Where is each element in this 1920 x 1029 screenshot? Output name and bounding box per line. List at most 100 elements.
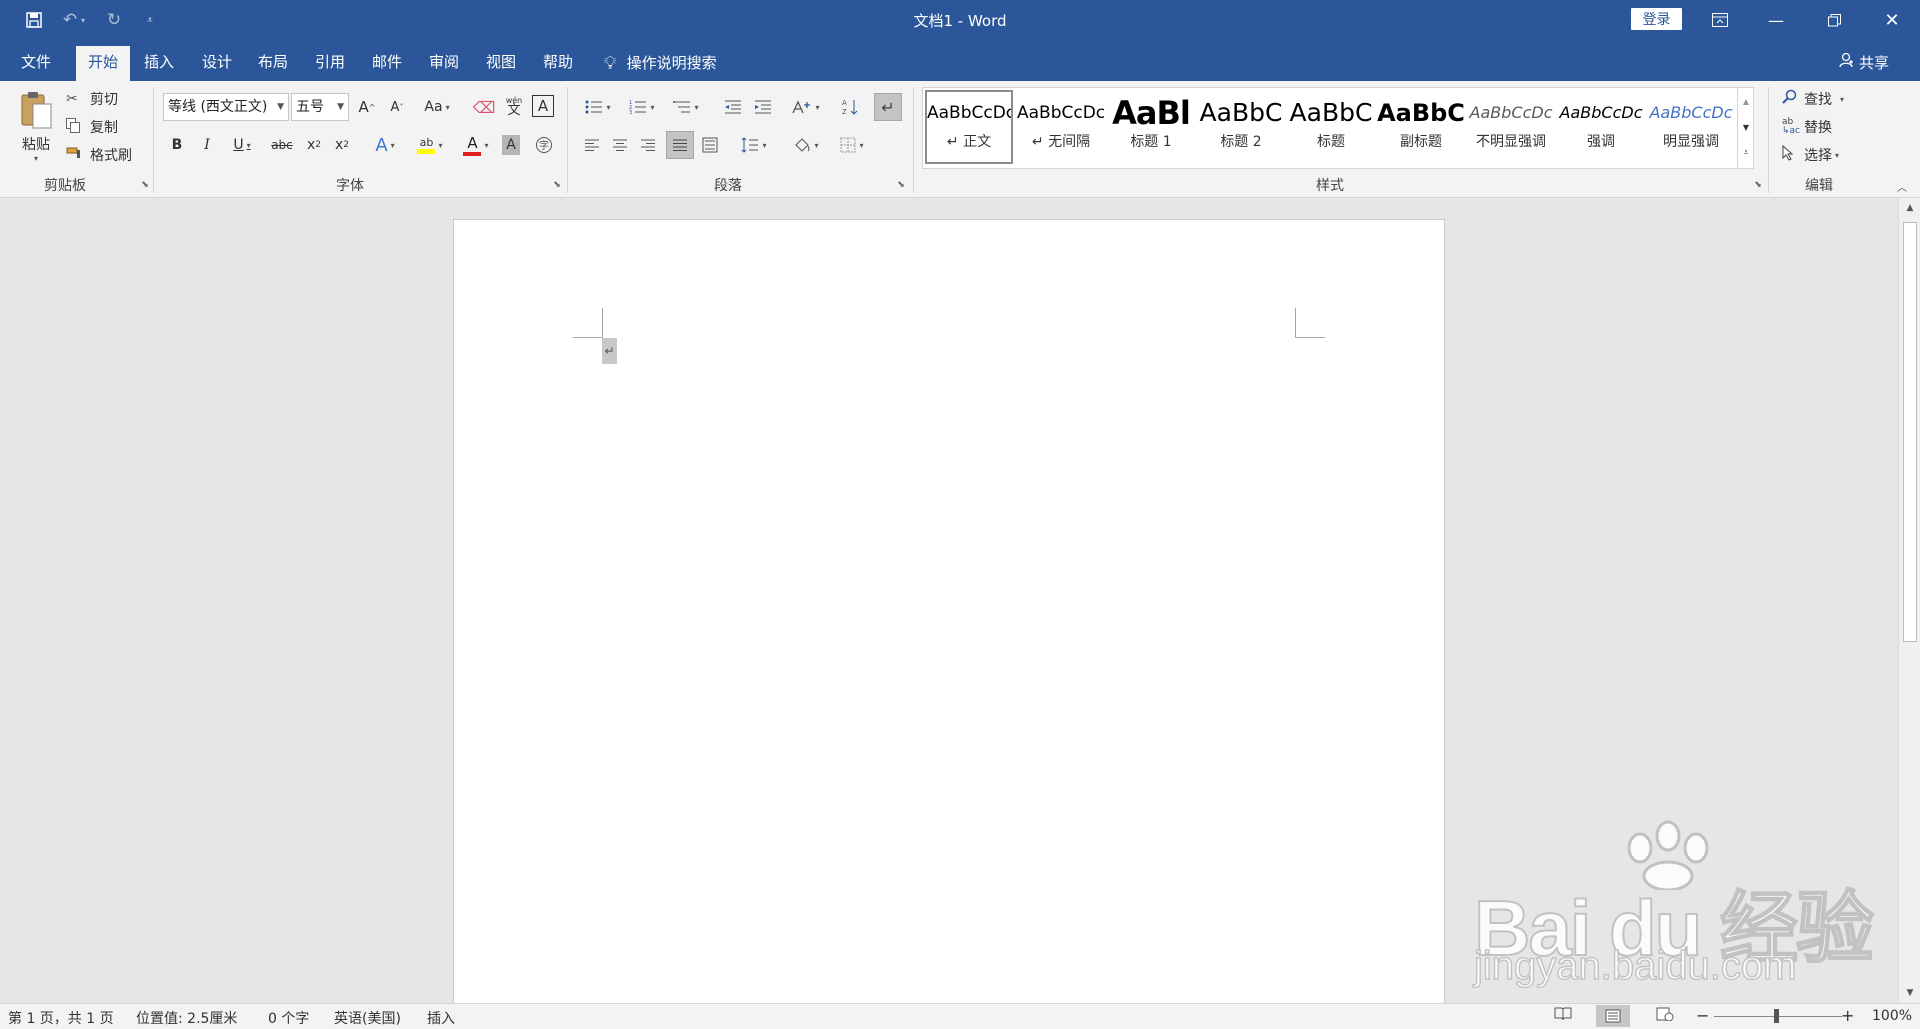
styles-scrollbar: ▲ ▼ ⩡ — [1737, 88, 1754, 168]
highlight-color-button[interactable]: ab ▾ — [410, 131, 450, 159]
insert-mode-status[interactable]: 插入 — [427, 1008, 455, 1028]
scroll-thumb[interactable] — [1903, 222, 1917, 642]
numbering-button[interactable]: 1 2 3 ▾ — [624, 95, 660, 119]
position-status[interactable]: 位置值: 2.5厘米 — [136, 1008, 237, 1028]
collapse-ribbon-icon[interactable]: ︿ — [1894, 179, 1910, 194]
chinese-layout-button[interactable]: ▾ — [788, 95, 824, 119]
character-border-button[interactable]: A — [532, 95, 554, 117]
phonetic-guide-icon[interactable]: wén 文 — [502, 93, 526, 119]
replace-button[interactable]: ab ↳ac 替换 — [1782, 115, 1832, 139]
multilevel-list-button[interactable]: ▾ — [668, 95, 704, 119]
styles-scroll-down-icon[interactable]: ▼ — [1738, 114, 1754, 140]
paste-button[interactable]: 粘贴 ▾ — [14, 87, 58, 165]
text-effects-button[interactable]: A ▾ — [368, 133, 402, 157]
align-right-icon[interactable] — [636, 133, 660, 157]
enclose-characters-icon[interactable]: 字 — [532, 133, 556, 157]
share-button[interactable]: 共享 — [1839, 46, 1889, 81]
print-layout-icon[interactable] — [1596, 1005, 1630, 1027]
find-button[interactable]: 查找 ▾ — [1782, 87, 1844, 111]
style-heading-1[interactable]: AaBl 标题 1 — [1107, 92, 1195, 160]
style-title[interactable]: AaBbC 标题 — [1287, 92, 1375, 160]
shrink-font-button[interactable]: A ˅ — [386, 95, 408, 119]
styles-scroll-up-icon[interactable]: ▲ — [1738, 88, 1754, 114]
decrease-indent-icon[interactable] — [720, 95, 746, 119]
watermark-url: jingyan.baidu.com — [1473, 943, 1797, 988]
word-count-status[interactable]: 0 个字 — [268, 1008, 309, 1028]
scroll-down-icon[interactable]: ▼ — [1899, 983, 1920, 1003]
clear-formatting-icon[interactable]: ⌫ — [472, 95, 496, 119]
tab-layout[interactable]: 布局 — [248, 46, 298, 81]
font-name-combobox[interactable]: 等线 (西文正文) ▼ — [163, 93, 289, 121]
zoom-slider-thumb[interactable] — [1774, 1009, 1779, 1023]
crop-mark — [573, 337, 603, 338]
style-normal[interactable]: AaBbCcDc ↵ 正文 — [925, 90, 1013, 164]
style-heading-2[interactable]: AaBbC 标题 2 — [1197, 92, 1285, 160]
tab-review[interactable]: 审阅 — [419, 46, 469, 81]
superscript-button[interactable]: x2 — [330, 133, 354, 157]
tab-view[interactable]: 视图 — [476, 46, 526, 81]
vertical-scrollbar[interactable]: ▲ ▼ — [1898, 198, 1920, 1003]
styles-more-icon[interactable]: ⩡ — [1738, 140, 1754, 166]
align-left-icon[interactable] — [580, 133, 604, 157]
scroll-up-icon[interactable]: ▲ — [1899, 198, 1920, 218]
grow-font-button[interactable]: A ^ — [356, 95, 378, 119]
distributed-align-icon[interactable] — [698, 133, 722, 157]
zoom-out-icon[interactable]: − — [1696, 1006, 1709, 1025]
language-status[interactable]: 英语(美国) — [334, 1008, 401, 1028]
tab-help[interactable]: 帮助 — [533, 46, 583, 81]
tab-insert[interactable]: 插入 — [134, 46, 184, 81]
zoom-slider[interactable] — [1714, 1009, 1842, 1023]
show-formatting-marks-button[interactable]: ↵ — [874, 93, 902, 121]
lightbulb-icon: 💡︎ — [604, 53, 617, 74]
line-spacing-button[interactable]: ▾ — [736, 133, 772, 157]
select-button[interactable]: 选择 ▾ — [1782, 143, 1839, 167]
tell-me-search[interactable]: 💡︎ 操作说明搜索 — [604, 46, 717, 81]
minimize-icon[interactable]: — — [1748, 0, 1804, 40]
ribbon-display-options-icon[interactable] — [1692, 0, 1748, 40]
restore-icon[interactable] — [1806, 0, 1862, 40]
copy-button[interactable]: 复制 — [66, 115, 118, 139]
style-name: 标题 — [1317, 134, 1345, 150]
format-painter-button[interactable]: 格式刷 — [66, 143, 132, 167]
increase-indent-icon[interactable] — [750, 95, 776, 119]
justify-button[interactable] — [666, 131, 694, 159]
tab-home[interactable]: 开始 — [76, 46, 130, 81]
subscript-button[interactable]: x2 — [302, 133, 326, 157]
tab-design[interactable]: 设计 — [192, 46, 242, 81]
cut-button[interactable]: ✂ 剪切 — [66, 87, 118, 111]
font-color-button[interactable]: A ▾ — [456, 131, 496, 159]
character-shading-button[interactable]: A — [502, 135, 520, 155]
clipboard-dialog-launcher-icon[interactable]: ⬊ — [139, 179, 151, 191]
align-center-icon[interactable] — [608, 133, 632, 157]
italic-button[interactable]: I — [196, 133, 218, 157]
tab-references[interactable]: 引用 — [305, 46, 355, 81]
web-layout-icon[interactable] — [1656, 1007, 1674, 1025]
tab-file[interactable]: 文件 — [6, 46, 66, 81]
font-size-combobox[interactable]: 五号 ▼ — [291, 93, 349, 121]
style-emphasis[interactable]: AaBbCcDc 强调 — [1557, 92, 1645, 160]
bullets-button[interactable]: ▾ — [580, 95, 616, 119]
zoom-level[interactable]: 100% — [1872, 1008, 1912, 1024]
style-subtitle[interactable]: AaBbC 副标题 — [1377, 92, 1465, 160]
borders-button[interactable]: ▾ — [832, 133, 872, 157]
paragraph-dialog-launcher-icon[interactable]: ⬊ — [895, 179, 907, 191]
styles-dialog-launcher-icon[interactable]: ⬊ — [1752, 179, 1764, 191]
style-subtle-emphasis[interactable]: AaBbCcDc 不明显强调 — [1467, 92, 1555, 160]
shading-button[interactable]: ▾ — [788, 133, 824, 157]
change-case-button[interactable]: Aa ▾ — [420, 95, 454, 119]
strikethrough-button[interactable]: abc — [268, 133, 296, 157]
read-mode-icon[interactable] — [1554, 1007, 1572, 1025]
paste-dropdown-icon[interactable]: ▾ — [34, 154, 38, 163]
page-count-status[interactable]: 第 1 页，共 1 页 — [8, 1008, 114, 1028]
bold-button[interactable]: B — [166, 133, 188, 157]
sign-in-button[interactable]: 登录 — [1631, 8, 1682, 30]
style-intense-emphasis[interactable]: AaBbCcDc 明显强调 — [1647, 92, 1735, 160]
sort-icon[interactable]: AZ — [838, 95, 864, 119]
style-no-spacing[interactable]: AaBbCcDc ↵ 无间隔 — [1017, 92, 1105, 160]
font-dialog-launcher-icon[interactable]: ⬊ — [551, 179, 563, 191]
tab-mailings[interactable]: 邮件 — [362, 46, 412, 81]
close-icon[interactable]: ✕ — [1864, 0, 1920, 40]
underline-button[interactable]: U ▾ — [224, 133, 260, 157]
zoom-in-icon[interactable]: + — [1841, 1006, 1854, 1025]
paragraph-mark[interactable]: ↵ — [602, 338, 617, 364]
